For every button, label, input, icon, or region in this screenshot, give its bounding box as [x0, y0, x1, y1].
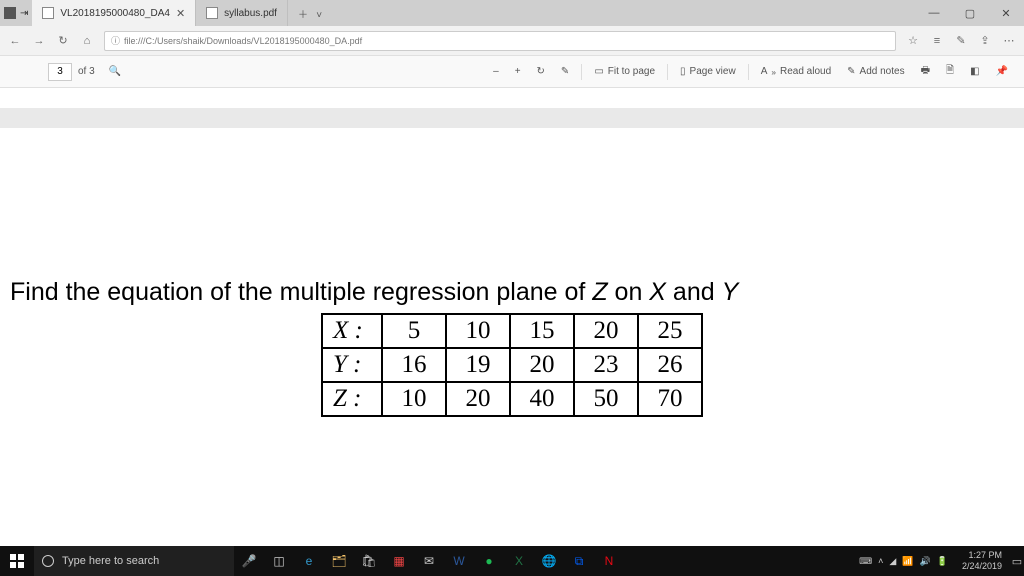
- cell: 10: [446, 314, 510, 348]
- mic-icon[interactable]: 🎤: [234, 546, 264, 576]
- document-icon: [42, 7, 54, 19]
- page-of-label: of 3: [78, 66, 95, 77]
- notes-icon[interactable]: ✎: [954, 34, 968, 47]
- pdf-toolbar: of 3 🔍 – + ↻ ✎ ▭ Fit to page ▯ Page view…: [0, 56, 1024, 88]
- rotate-button[interactable]: ↻: [537, 66, 545, 77]
- forward-button[interactable]: →: [32, 35, 46, 47]
- taskbar-apps: 🎤 ◫ e 🗂 🛍 ▦ ✉ W ● X 🌐 ⧉ N: [234, 546, 624, 576]
- row-label: X :: [322, 314, 382, 348]
- tab-title: VL2018195000480_DA4: [60, 8, 170, 19]
- tab-active[interactable]: VL2018195000480_DA4 ✕: [32, 0, 196, 26]
- cell: 5: [382, 314, 446, 348]
- cell: 70: [638, 382, 702, 416]
- taskview-icon[interactable]: ◫: [264, 546, 294, 576]
- new-tab-button[interactable]: ＋ ˅: [288, 0, 332, 26]
- url-text: file:///C:/Users/shaik/Downloads/VL20181…: [124, 36, 362, 46]
- chrome-icon[interactable]: 🌐: [534, 546, 564, 576]
- table-row: Z : 10 20 40 50 70: [322, 382, 702, 416]
- cell: 20: [574, 314, 638, 348]
- read-aloud-button[interactable]: A» Read aloud: [761, 66, 831, 77]
- zoom-in-button[interactable]: +: [515, 66, 521, 77]
- minimize-button[interactable]: —: [916, 0, 952, 26]
- titlebar: ⇥ VL2018195000480_DA4 ✕ syllabus.pdf ＋ ˅…: [0, 0, 1024, 26]
- notifications-icon[interactable]: ▭: [1010, 555, 1024, 568]
- bookmark-button[interactable]: ◧: [970, 66, 979, 77]
- maximize-button[interactable]: ▢: [952, 0, 988, 26]
- fit-page-button[interactable]: ▭ Fit to page: [594, 66, 655, 77]
- clock[interactable]: 1:27 PM 2/24/2019: [954, 550, 1010, 572]
- netflix-icon[interactable]: N: [594, 546, 624, 576]
- draw-button[interactable]: ✎: [561, 66, 569, 77]
- reading-list-icon[interactable]: ≡: [930, 35, 944, 47]
- app-icon[interactable]: ▦: [384, 546, 414, 576]
- home-button[interactable]: ⌂: [80, 35, 94, 47]
- page-gap: [0, 108, 1024, 128]
- page-view-button[interactable]: ▯ Page view: [680, 66, 736, 77]
- cell: 50: [574, 382, 638, 416]
- url-input[interactable]: ⓘ file:///C:/Users/shaik/Downloads/VL201…: [104, 31, 896, 51]
- favorite-icon[interactable]: ☆: [906, 34, 920, 47]
- zoom-out-button[interactable]: –: [493, 66, 499, 77]
- dropbox-icon[interactable]: ⧉: [564, 546, 594, 576]
- explorer-icon[interactable]: 🗂: [324, 546, 354, 576]
- print-button[interactable]: 🖶: [921, 63, 930, 80]
- page-number-input[interactable]: [48, 63, 72, 81]
- add-notes-button[interactable]: ✎ Add notes: [847, 66, 904, 77]
- tab-preicons: ⇥: [0, 0, 32, 26]
- document-viewport[interactable]: Find the equation of the multiple regres…: [0, 88, 1024, 546]
- search-placeholder: Type here to search: [62, 555, 159, 567]
- pin-icon[interactable]: ⇥: [20, 8, 28, 19]
- cell: 20: [446, 382, 510, 416]
- tab-title: syllabus.pdf: [224, 8, 277, 19]
- cell: 15: [510, 314, 574, 348]
- save-button[interactable]: 🗎: [946, 63, 954, 80]
- app-icon: [4, 7, 16, 19]
- search-icon[interactable]: 🔍: [109, 66, 121, 77]
- network-icon[interactable]: ◢: [889, 556, 896, 567]
- cell: 26: [638, 348, 702, 382]
- document-icon: [206, 7, 218, 19]
- address-bar: ← → ↻ ⌂ ⓘ file:///C:/Users/shaik/Downloa…: [0, 26, 1024, 56]
- edge-icon[interactable]: e: [294, 546, 324, 576]
- data-table: X : 5 10 15 20 25 Y : 16 19 20 23 26 Z :…: [321, 313, 703, 417]
- cell: 40: [510, 382, 574, 416]
- info-icon: ⓘ: [111, 34, 120, 47]
- word-icon[interactable]: W: [444, 546, 474, 576]
- cell: 16: [382, 348, 446, 382]
- row-label: Z :: [322, 382, 382, 416]
- start-button[interactable]: [0, 554, 34, 568]
- system-tray[interactable]: ⌨ ˄ ◢ 📶 🔊 🔋: [853, 556, 954, 567]
- row-label: Y :: [322, 348, 382, 382]
- cell: 19: [446, 348, 510, 382]
- mail-icon[interactable]: ✉: [414, 546, 444, 576]
- tab-inactive[interactable]: syllabus.pdf: [196, 0, 288, 26]
- spotify-icon[interactable]: ●: [474, 546, 504, 576]
- cell: 20: [510, 348, 574, 382]
- excel-icon[interactable]: X: [504, 546, 534, 576]
- taskbar: Type here to search 🎤 ◫ e 🗂 🛍 ▦ ✉ W ● X …: [0, 546, 1024, 576]
- table-row: Y : 16 19 20 23 26: [322, 348, 702, 382]
- search-icon: [42, 555, 54, 567]
- table-row: X : 5 10 15 20 25: [322, 314, 702, 348]
- close-icon[interactable]: ✕: [176, 7, 185, 20]
- cell: 25: [638, 314, 702, 348]
- taskbar-search[interactable]: Type here to search: [34, 546, 234, 576]
- wifi-icon[interactable]: 📶: [902, 556, 913, 567]
- input-icon[interactable]: ⌨: [859, 556, 872, 567]
- store-icon[interactable]: 🛍: [354, 546, 384, 576]
- close-button[interactable]: ✕: [988, 0, 1024, 26]
- chevron-up-icon[interactable]: ˄: [878, 556, 883, 566]
- more-icon[interactable]: ⋯: [1002, 34, 1016, 47]
- cell: 23: [574, 348, 638, 382]
- question-text: Find the equation of the multiple regres…: [10, 278, 1014, 307]
- refresh-button[interactable]: ↻: [56, 34, 70, 47]
- cell: 10: [382, 382, 446, 416]
- battery-icon[interactable]: 🔋: [937, 556, 948, 567]
- volume-icon[interactable]: 🔊: [920, 556, 931, 567]
- pin-toolbar-button[interactable]: 📌: [996, 66, 1008, 77]
- share-icon[interactable]: ⇪: [978, 34, 992, 47]
- back-button[interactable]: ←: [8, 35, 22, 47]
